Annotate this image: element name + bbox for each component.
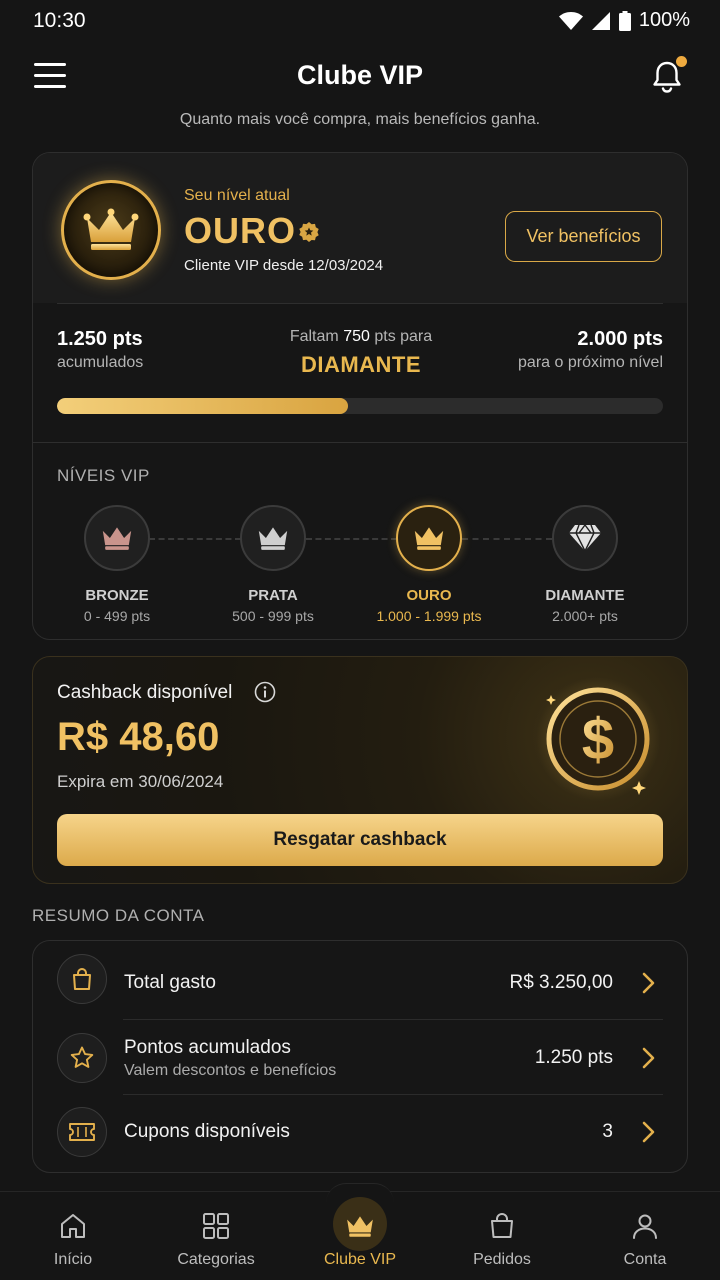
row-value: 3 <box>602 1121 613 1142</box>
row-value: R$ 3.250,00 <box>509 972 613 993</box>
level-range-diamante: 2.000+ pts <box>552 608 618 624</box>
nav-item-vip-club[interactable]: Clube VIP <box>288 1191 432 1280</box>
nav-item-home[interactable]: Início <box>1 1191 145 1280</box>
notification-dot <box>676 56 687 67</box>
summary-row-points[interactable]: Pontos acumulados Valem descontos e bene… <box>33 1020 689 1095</box>
shopping-bag-icon <box>57 954 107 1004</box>
bag-icon <box>482 1206 522 1246</box>
account-summary-card: Total gasto R$ 3.250,00 Pontos acumulado… <box>32 940 688 1173</box>
nav-item-account[interactable]: Conta <box>573 1191 717 1280</box>
info-icon[interactable] <box>254 681 276 703</box>
row-subtitle: Valem descontos e benefícios <box>124 1062 337 1079</box>
level-circle-active <box>396 505 462 571</box>
points-target-value: 2.000 pts <box>577 328 663 350</box>
wifi-icon <box>558 11 583 30</box>
row-title: Pontos acumulados <box>124 1037 291 1058</box>
star-icon <box>57 1033 107 1083</box>
account-summary-title: RESUMO DA CONTA <box>32 906 205 925</box>
level-range-ouro: 1.000 - 1.999 pts <box>376 608 482 624</box>
nav-label: Conta <box>623 1251 667 1268</box>
row-value: 1.250 pts <box>534 1047 613 1068</box>
level-name-diamante: DIAMANTE <box>545 587 625 604</box>
ticket-icon <box>57 1107 107 1157</box>
diamond-icon <box>569 524 601 552</box>
level-crown-badge <box>61 180 161 280</box>
chevron-right-icon <box>642 1121 655 1143</box>
grid-icon <box>196 1206 236 1246</box>
vip-since-text: Cliente VIP desde 12/03/2024 <box>184 257 384 274</box>
battery-percent: 100% <box>638 9 690 31</box>
svg-text:$: $ <box>582 707 614 772</box>
level-circle <box>552 505 618 571</box>
cashback-label: Cashback disponível <box>57 682 233 703</box>
nav-label: Pedidos <box>473 1251 531 1268</box>
level-name-prata: PRATA <box>248 587 298 604</box>
user-icon <box>625 1206 665 1246</box>
level-progress-bar <box>57 398 663 414</box>
row-title: Cupons disponíveis <box>124 1121 290 1142</box>
crown-icon <box>414 527 444 550</box>
level-circle <box>240 505 306 571</box>
level-item-diamante[interactable]: DIAMANTE 2.000+ pts <box>505 505 665 624</box>
nav-item-categories[interactable]: Categorias <box>144 1191 288 1280</box>
level-circle <box>84 505 150 571</box>
page-title: Clube VIP <box>296 60 424 90</box>
crown-icon <box>340 1206 380 1246</box>
crown-icon <box>83 208 139 250</box>
level-item-ouro[interactable]: OURO 1.000 - 1.999 pts <box>349 505 509 624</box>
level-item-prata[interactable]: PRATA 500 - 999 pts <box>193 505 353 624</box>
row-title: Total gasto <box>124 972 216 993</box>
level-name-ouro: OURO <box>406 587 452 604</box>
view-benefits-button[interactable]: Ver benefícios <box>505 211 662 262</box>
level-range-bronze: 0 - 499 pts <box>83 608 151 624</box>
level-range-prata: 500 - 999 pts <box>232 608 314 624</box>
crown-icon <box>258 527 288 550</box>
battery-icon <box>618 10 631 31</box>
level-caption: Seu nível atual <box>184 187 290 204</box>
redeem-cashback-button[interactable]: Resgatar cashback <box>57 814 663 866</box>
summary-row-total-spent[interactable]: Total gasto R$ 3.250,00 <box>33 941 689 1016</box>
chevron-right-icon <box>642 972 655 994</box>
dollar-coin-icon: $ <box>536 677 660 801</box>
nav-item-orders[interactable]: Pedidos <box>430 1191 574 1280</box>
signal-icon <box>591 11 610 30</box>
points-target-label: para o próximo nível <box>518 354 663 371</box>
level-name-bronze: BRONZE <box>85 587 149 604</box>
cashback-expiry: Expira em 30/06/2024 <box>57 772 224 791</box>
remaining-suffix: pts para <box>374 328 433 345</box>
divider <box>33 442 687 443</box>
page-subtitle: Quanto mais você compra, mais benefícios… <box>179 111 541 128</box>
status-icons: 100% <box>558 9 690 32</box>
vip-level-card: Seu nível atual OURO Cliente VIP desde 1… <box>32 152 688 640</box>
chevron-right-icon <box>642 1047 655 1069</box>
cashback-card: Cashback disponível R$ 48,60 Expira em 3… <box>32 656 688 884</box>
level-progress-fill <box>57 398 348 414</box>
level-item-bronze[interactable]: BRONZE 0 - 499 pts <box>37 505 197 624</box>
divider <box>57 303 663 304</box>
cashback-value: R$ 48,60 <box>57 715 220 759</box>
nav-label: Clube VIP <box>323 1251 397 1268</box>
vip-levels-title: NÍVEIS VIP <box>57 466 150 485</box>
remaining-value: 750 <box>343 328 370 345</box>
nav-label: Início <box>53 1251 93 1268</box>
verified-badge-icon <box>299 222 319 242</box>
nav-label: Categorias <box>177 1251 255 1268</box>
remaining-prefix: Faltam <box>289 328 339 345</box>
summary-row-coupons[interactable]: Cupons disponíveis 3 <box>33 1094 689 1169</box>
status-time: 10:30 <box>33 9 86 32</box>
crown-icon <box>102 527 132 550</box>
level-name: OURO <box>184 210 296 251</box>
home-icon <box>53 1206 93 1246</box>
